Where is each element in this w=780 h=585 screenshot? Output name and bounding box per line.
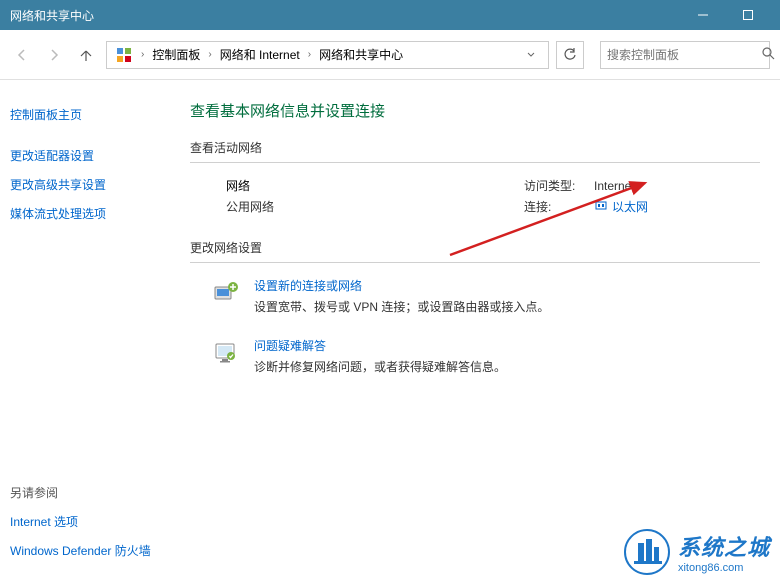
forward-button[interactable] [42, 43, 66, 67]
network-identity: 网络 公用网络 [226, 177, 524, 219]
new-connection-link[interactable]: 设置新的连接或网络 [254, 277, 740, 294]
sidebar-link-defender[interactable]: Windows Defender 防火墙 [10, 536, 180, 565]
active-network: 网络 公用网络 访问类型: Internet 连接: 以太网 [190, 177, 760, 239]
see-also-label: 另请参阅 [10, 478, 180, 507]
minimize-button[interactable] [680, 0, 725, 30]
control-panel-icon [115, 46, 133, 64]
access-type-row: 访问类型: Internet [524, 177, 724, 194]
breadcrumb-item[interactable]: 网络和共享中心 [319, 46, 403, 63]
search-input[interactable] [607, 48, 762, 62]
spacer [10, 228, 180, 478]
chevron-right-icon: › [206, 49, 213, 60]
change-settings-heading: 更改网络设置 [190, 239, 760, 263]
sidebar-link-home[interactable]: 控制面板主页 [10, 100, 180, 129]
spacer [10, 129, 180, 141]
up-button[interactable] [74, 43, 98, 67]
sidebar: 控制面板主页 更改适配器设置 更改高级共享设置 媒体流式处理选项 另请参阅 In… [0, 80, 180, 585]
network-type: 公用网络 [226, 198, 524, 215]
sidebar-footer: 另请参阅 Internet 选项 Windows Defender 防火墙 [10, 478, 180, 575]
connection-label: 连接: [524, 198, 594, 215]
connection-value: 以太网 [612, 198, 648, 215]
active-networks-heading: 查看活动网络 [190, 139, 760, 163]
network-details: 访问类型: Internet 连接: 以太网 [524, 177, 724, 219]
connection-link[interactable]: 以太网 [594, 198, 648, 215]
back-button[interactable] [10, 43, 34, 67]
breadcrumb[interactable]: › 控制面板 › 网络和 Internet › 网络和共享中心 [106, 41, 549, 69]
refresh-button[interactable] [556, 41, 584, 69]
new-connection-icon [210, 277, 242, 309]
body: 控制面板主页 更改适配器设置 更改高级共享设置 媒体流式处理选项 另请参阅 In… [0, 80, 780, 585]
window-controls [680, 0, 770, 30]
main-content: 查看基本网络信息并设置连接 查看活动网络 网络 公用网络 访问类型: Inter… [180, 80, 780, 585]
sidebar-link-internet-options[interactable]: Internet 选项 [10, 507, 180, 536]
titlebar: 网络和共享中心 [0, 0, 780, 30]
setting-troubleshoot: 问题疑难解答 诊断并修复网络问题，或者获得疑难解答信息。 [210, 337, 740, 375]
new-connection-desc: 设置宽带、拨号或 VPN 连接；或设置路由器或接入点。 [254, 298, 740, 315]
maximize-button[interactable] [725, 0, 770, 30]
breadcrumb-item[interactable]: 网络和 Internet [220, 46, 300, 63]
search-box[interactable] [600, 41, 770, 69]
setting-new-connection: 设置新的连接或网络 设置宽带、拨号或 VPN 连接；或设置路由器或接入点。 [210, 277, 740, 315]
ethernet-icon [594, 198, 608, 215]
troubleshoot-link[interactable]: 问题疑难解答 [254, 337, 740, 354]
breadcrumb-dropdown[interactable] [522, 48, 540, 62]
sidebar-link-sharing[interactable]: 更改高级共享设置 [10, 170, 180, 199]
access-type-value: Internet [594, 179, 635, 193]
breadcrumb-item[interactable]: 控制面板 [152, 46, 200, 63]
chevron-right-icon: › [139, 49, 146, 60]
connection-row: 连接: 以太网 [524, 198, 724, 215]
troubleshoot-desc: 诊断并修复网络问题，或者获得疑难解答信息。 [254, 358, 740, 375]
access-type-label: 访问类型: [524, 177, 594, 194]
setting-text: 问题疑难解答 诊断并修复网络问题，或者获得疑难解答信息。 [254, 337, 740, 375]
troubleshoot-icon [210, 337, 242, 369]
page-title: 查看基本网络信息并设置连接 [190, 100, 760, 121]
search-icon[interactable] [762, 47, 775, 63]
sidebar-link-media[interactable]: 媒体流式处理选项 [10, 199, 180, 228]
settings-list: 设置新的连接或网络 设置宽带、拨号或 VPN 连接；或设置路由器或接入点。 问题… [190, 277, 760, 375]
window-title: 网络和共享中心 [10, 7, 680, 24]
toolbar: › 控制面板 › 网络和 Internet › 网络和共享中心 [0, 30, 780, 80]
setting-text: 设置新的连接或网络 设置宽带、拨号或 VPN 连接；或设置路由器或接入点。 [254, 277, 740, 315]
sidebar-link-adapter[interactable]: 更改适配器设置 [10, 141, 180, 170]
network-name: 网络 [226, 177, 524, 194]
chevron-right-icon: › [306, 49, 313, 60]
